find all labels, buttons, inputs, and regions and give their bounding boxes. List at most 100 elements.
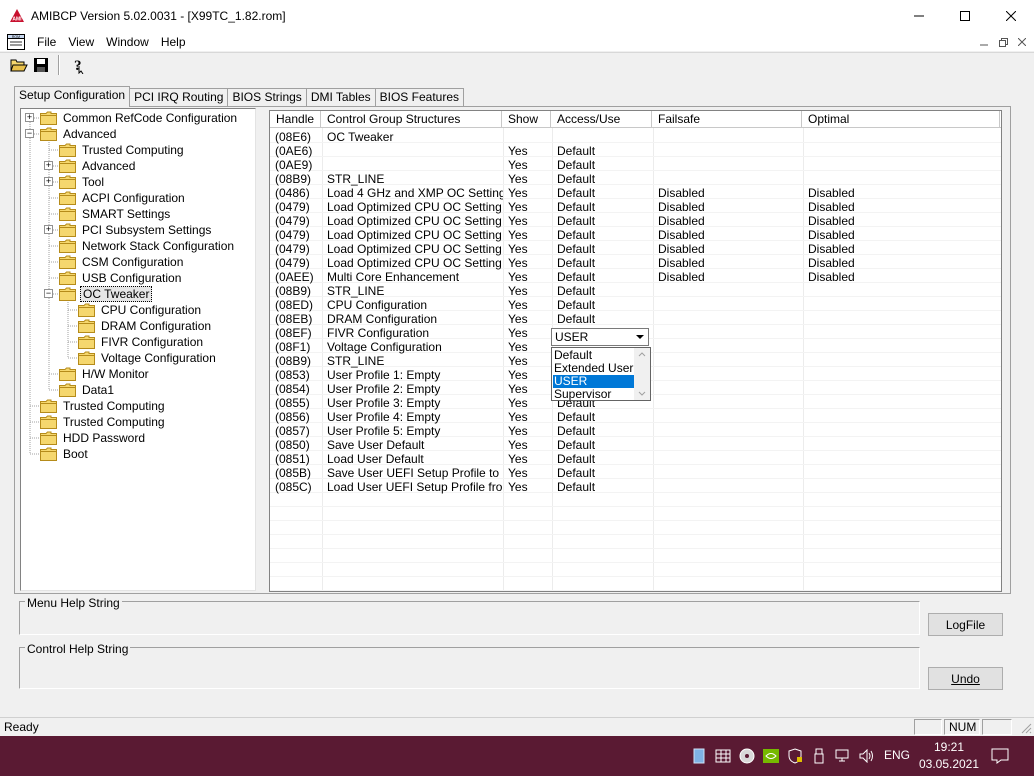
tree-node[interactable]: USB Configuration [59, 270, 183, 286]
column-header[interactable]: Control Group Structures [321, 111, 502, 128]
dropdown-option-supervisor[interactable]: Supervisor [553, 388, 634, 401]
tree-node[interactable]: CSM Configuration [59, 254, 185, 270]
tree-node[interactable]: SMART Settings [59, 206, 172, 222]
tree-node[interactable]: Advanced [40, 126, 118, 142]
save-icon [34, 58, 48, 72]
tab-bios-features[interactable]: BIOS Features [374, 88, 464, 107]
table-row[interactable]: (0851) Load User Default Yes Default [270, 452, 1001, 466]
tree-node[interactable]: OC Tweaker [59, 286, 153, 302]
table-row[interactable]: (0479) Load Optimized CPU OC Setting Yes De… [270, 228, 1001, 242]
expand-icon[interactable]: + [44, 225, 53, 234]
table-row[interactable]: (0AE6) Yes Default [270, 144, 1001, 158]
expand-icon[interactable]: + [44, 177, 53, 186]
tray-app-icon[interactable] [689, 746, 709, 766]
tray-volume-icon[interactable] [857, 746, 877, 766]
table-row[interactable]: (0856) User Profile 4: Empty Yes Default [270, 410, 1001, 424]
tree-node[interactable]: FIVR Configuration [78, 334, 205, 350]
column-header[interactable]: Failsafe [652, 111, 802, 128]
table-row[interactable]: (085C) Load User UEFI Setup Profile fro..… [270, 480, 1001, 494]
maximize-button[interactable] [942, 0, 988, 32]
tree-node[interactable]: Trusted Computing [40, 414, 167, 430]
table-cell: Default [557, 158, 596, 172]
table-row[interactable]: (08B9) STR_LINE Yes Default [270, 284, 1001, 298]
table-row[interactable]: (0479) Load Optimized CPU OC Setting Yes De… [270, 200, 1001, 214]
tree-node[interactable]: Boot [40, 446, 90, 462]
table-cell [803, 382, 1001, 396]
expand-icon[interactable]: + [44, 161, 53, 170]
tray-display-icon[interactable] [833, 746, 853, 766]
tree-node[interactable]: Voltage Configuration [78, 350, 218, 366]
dropdown-scrollbar[interactable] [634, 348, 650, 400]
folder-icon [59, 191, 76, 205]
tree-node[interactable]: PCI Subsystem Settings [59, 222, 213, 238]
access-use-combo[interactable]: USER [551, 328, 649, 346]
open-button[interactable] [8, 54, 30, 76]
tray-disk-icon[interactable] [737, 746, 757, 766]
access-use-dropdown[interactable]: Default Extended User USER Supervisor [551, 347, 651, 401]
collapse-icon[interactable]: − [44, 289, 53, 298]
logfile-button[interactable]: LogFile [928, 613, 1003, 636]
input-language[interactable]: ENG [884, 748, 910, 762]
tree-node[interactable]: Trusted Computing [59, 142, 186, 158]
mdi-restore-button[interactable] [995, 35, 1011, 49]
table-cell [653, 298, 803, 312]
tab-dmi-tables[interactable]: DMI Tables [305, 88, 376, 107]
minimize-button[interactable] [896, 0, 942, 32]
tab-setup-configuration[interactable]: Setup Configuration [14, 86, 131, 107]
tray-nvidia-icon[interactable] [761, 746, 781, 766]
menu-file[interactable]: File [31, 32, 62, 52]
menu-view[interactable]: View [62, 32, 100, 52]
column-header[interactable]: Access/Use [551, 111, 652, 128]
mdi-minimize-button[interactable] [976, 35, 992, 49]
undo-button[interactable]: Undo [928, 667, 1003, 690]
table-row[interactable]: (08E6) OC Tweaker [270, 130, 1001, 144]
table-row[interactable]: (0479) Load Optimized CPU OC Setting Yes De… [270, 242, 1001, 256]
tree-node[interactable]: HDD Password [40, 430, 147, 446]
mdi-close-button[interactable] [1014, 35, 1030, 49]
folder-icon [59, 255, 76, 269]
tree-node[interactable]: CPU Configuration [78, 302, 203, 318]
table-row[interactable]: (085B) Save User UEFI Setup Profile to ..… [270, 466, 1001, 480]
table-row[interactable]: (0850) Save User Default Yes Default [270, 438, 1001, 452]
tray-network-icon[interactable] [713, 746, 733, 766]
save-button[interactable] [30, 54, 52, 76]
dropdown-arrow-icon[interactable] [632, 329, 648, 345]
table-row[interactable]: (08B9) STR_LINE Yes Default [270, 172, 1001, 186]
tab-pci-irq-routing[interactable]: PCI IRQ Routing [129, 88, 229, 107]
tree-node[interactable]: ACPI Configuration [59, 190, 187, 206]
column-header[interactable]: Show [502, 111, 551, 128]
collapse-icon[interactable]: − [25, 129, 34, 138]
tree-node[interactable]: Data1 [59, 382, 116, 398]
clock[interactable]: 19:21 03.05.2021 [914, 739, 984, 773]
table-row[interactable]: (0AEE) Multi Core Enhancement Yes Default Di… [270, 270, 1001, 284]
table-row[interactable]: (0479) Load Optimized CPU OC Setting Yes De… [270, 256, 1001, 270]
table-row[interactable]: (0479) Load Optimized CPU OC Setting Yes De… [270, 214, 1001, 228]
tab-bios-strings[interactable]: BIOS Strings [227, 88, 307, 107]
table-row[interactable]: (0486) Load 4 GHz and XMP OC Setting Yes De… [270, 186, 1001, 200]
tray-usb-icon[interactable] [809, 746, 829, 766]
tree-node[interactable]: Network Stack Configuration [59, 238, 236, 254]
table-row[interactable]: (0AE9) Yes Default [270, 158, 1001, 172]
menu-help[interactable]: Help [155, 32, 192, 52]
close-button[interactable] [988, 0, 1034, 32]
table-row[interactable]: (08ED) CPU Configuration Yes Default [270, 298, 1001, 312]
setup-tree[interactable]: + Common RefCode Configuration − Advanced Tr… [20, 108, 256, 591]
table-row[interactable]: (0857) User Profile 5: Empty Yes Default [270, 424, 1001, 438]
table-row[interactable]: (08EB) DRAM Configuration Yes Default [270, 312, 1001, 326]
document-icon[interactable]: ROM [7, 33, 25, 50]
help-button[interactable]: ? [66, 54, 88, 76]
column-header[interactable]: Handle [270, 111, 321, 128]
tree-node[interactable]: Advanced [59, 158, 137, 174]
tree-node[interactable]: Tool [59, 174, 106, 190]
menu-window[interactable]: Window [100, 32, 155, 52]
table-cell [803, 424, 1001, 438]
tree-node[interactable]: Trusted Computing [40, 398, 167, 414]
expand-icon[interactable]: + [25, 113, 34, 122]
tree-node[interactable]: Common RefCode Configuration [40, 110, 239, 126]
tree-node[interactable]: DRAM Configuration [78, 318, 213, 334]
column-header[interactable]: Optimal [802, 111, 1000, 128]
notification-button[interactable] [990, 746, 1010, 766]
tray-security-icon[interactable] [785, 746, 805, 766]
size-grip-icon[interactable] [1020, 722, 1032, 734]
tree-node[interactable]: H/W Monitor [59, 366, 151, 382]
